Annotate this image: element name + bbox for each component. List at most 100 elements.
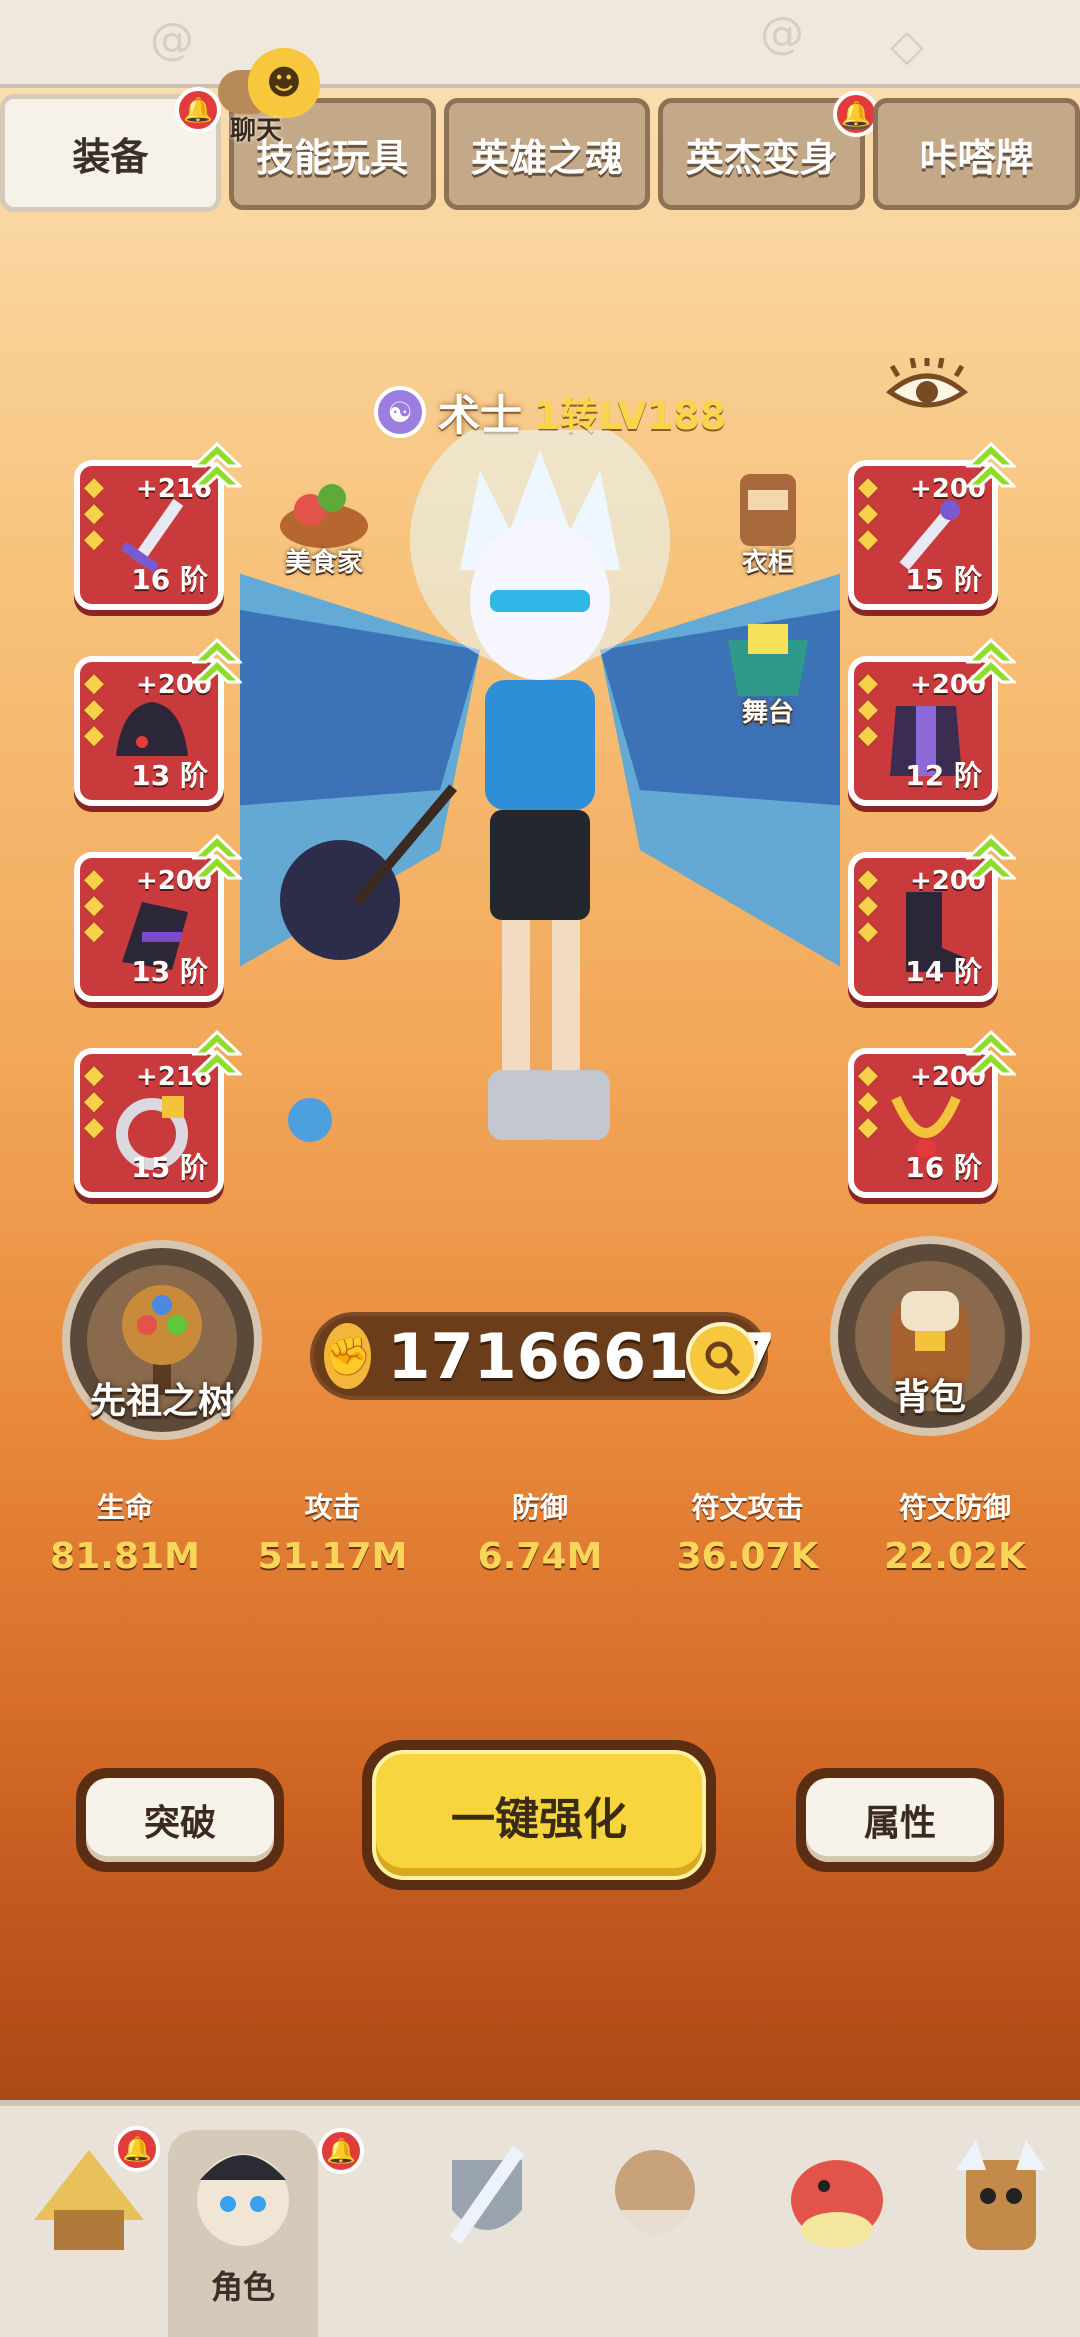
- backpack-label: 背包: [893, 1377, 966, 1418]
- nav-pet[interactable]: [762, 2130, 912, 2310]
- stage-icon: [728, 624, 808, 696]
- elder-npc-icon: [615, 2150, 695, 2235]
- nav-character[interactable]: 🔔 角色: [168, 2128, 364, 2337]
- tier-label: 14 阶: [905, 955, 982, 988]
- stat-defense: 防御 6.74M: [445, 1486, 635, 1577]
- enhance-all-label: 一键强化: [372, 1750, 706, 1880]
- star-rating: ◆ ◆ ◆: [858, 864, 878, 946]
- stat-attack: 攻击 51.17M: [238, 1486, 428, 1577]
- nav-character-label: 角色: [210, 2268, 275, 2306]
- swirl-decoration-icon: ◇: [890, 20, 924, 71]
- equipment-slot-ring[interactable]: ◆ ◆ ◆ +216 15 阶: [74, 1030, 242, 1198]
- star-rating: ◆ ◆ ◆: [858, 472, 878, 554]
- star-rating: ◆ ◆ ◆: [858, 1060, 878, 1142]
- stat-value: 36.07K: [676, 1536, 819, 1577]
- breakthrough-label: 突破: [86, 1778, 274, 1862]
- tab-hero-soul[interactable]: 英雄之魂: [443, 98, 651, 210]
- tier-label: 13 阶: [131, 955, 208, 988]
- upgrade-arrow-icon: [192, 638, 242, 684]
- food-basket-icon: [280, 484, 368, 548]
- tab-label: 英雄之魂: [470, 135, 623, 180]
- notification-bell-icon: 🔔: [318, 2128, 364, 2174]
- star-rating: ◆ ◆ ◆: [84, 472, 104, 554]
- nav-guild[interactable]: [580, 2130, 730, 2310]
- equipment-slot-helmet[interactable]: ◆ ◆ ◆ +200 13 阶: [74, 638, 242, 806]
- star-rating: ◆ ◆ ◆: [84, 668, 104, 750]
- tab-bar: 装备 🔔 技能玩具 英雄之魂 英杰变身 🔔 咔嗒牌: [0, 87, 1080, 216]
- character-portrait-icon: [197, 2154, 289, 2246]
- tab-label: 英杰变身: [685, 135, 838, 180]
- equipment-slot-weapon[interactable]: ◆ ◆ ◆ +216 16 阶: [74, 442, 242, 610]
- star-rating: ◆ ◆ ◆: [84, 1060, 104, 1142]
- equipment-slot-offhand[interactable]: ◆ ◆ ◆ +200 15 阶: [848, 442, 1016, 610]
- stat-name: 生命: [96, 1491, 153, 1524]
- upgrade-arrow-icon: [192, 834, 242, 880]
- totem-icon: [956, 2140, 1046, 2250]
- breakthrough-button[interactable]: 突破: [76, 1768, 284, 1872]
- wardrobe-label: 衣柜: [741, 548, 794, 578]
- dinosaur-pet-icon: [791, 2160, 883, 2248]
- tier-label: 15 阶: [905, 563, 982, 596]
- stat-value: 51.17M: [257, 1536, 408, 1577]
- stat-name: 符文攻击: [691, 1491, 804, 1524]
- tab-equipment[interactable]: 装备 🔔: [0, 87, 221, 212]
- star-rating: ◆ ◆ ◆: [84, 864, 104, 946]
- equipment-slot-armor[interactable]: ◆ ◆ ◆ +200 12 阶: [848, 638, 1016, 806]
- backpack-button[interactable]: 背包: [830, 1236, 1030, 1436]
- sword-shield-icon: [449, 2145, 525, 2245]
- star-rating: ◆ ◆ ◆: [858, 668, 878, 750]
- equipment-slot-gloves[interactable]: ◆ ◆ ◆ +200 13 阶: [74, 834, 242, 1002]
- tab-click-cards[interactable]: 咔嗒牌: [873, 98, 1080, 210]
- chat-label: 聊天: [230, 116, 283, 146]
- upgrade-arrow-icon: [966, 442, 1016, 488]
- stat-name: 攻击: [304, 1491, 361, 1524]
- stat-value: 81.81M: [50, 1536, 200, 1577]
- stat-value: 6.74M: [477, 1536, 603, 1577]
- tier-label: 15 阶: [131, 1151, 208, 1184]
- search-icon[interactable]: [686, 1322, 758, 1394]
- upgrade-arrow-icon: [966, 834, 1016, 880]
- combat-power-bar: ✊ 171666107: [310, 1312, 776, 1400]
- notification-bell-icon: 🔔: [114, 2126, 160, 2172]
- equipment-slot-boots[interactable]: ◆ ◆ ◆ +200 14 阶: [848, 834, 1016, 1002]
- wardrobe-icon: [740, 474, 796, 546]
- stats-row: 生命 81.81M 攻击 51.17M 防御 6.74M 符文攻击 36.07K…: [30, 1486, 1050, 1577]
- stat-name: 防御: [511, 1491, 568, 1524]
- stage-label: 舞台: [741, 698, 794, 728]
- swirl-decoration-icon: @: [760, 8, 804, 59]
- stat-name: 符文防御: [898, 1491, 1011, 1524]
- attributes-label: 属性: [806, 1778, 994, 1862]
- tier-label: 16 阶: [131, 563, 208, 596]
- stage-button[interactable]: 舞台: [718, 620, 818, 729]
- attributes-button[interactable]: 属性: [796, 1768, 1004, 1872]
- tier-label: 13 阶: [131, 759, 208, 792]
- tab-label: 装备: [72, 134, 149, 179]
- top-bar: @ @ ◇: [0, 0, 1080, 88]
- stat-value: 22.02K: [884, 1536, 1026, 1577]
- eye-icon[interactable]: [884, 358, 970, 420]
- swirl-decoration-icon: @: [150, 14, 194, 65]
- stat-rune-defense: 符文防御 22.02K: [860, 1486, 1050, 1577]
- upgrade-arrow-icon: [966, 638, 1016, 684]
- enhance-all-button[interactable]: 一键强化: [362, 1740, 716, 1890]
- nav-totem[interactable]: [926, 2130, 1076, 2310]
- wardrobe-button[interactable]: 衣柜: [718, 470, 818, 579]
- upgrade-arrow-icon: [966, 1030, 1016, 1076]
- stat-hp: 生命 81.81M: [30, 1486, 220, 1577]
- smiley-face-icon: ☻: [248, 48, 320, 118]
- tier-label: 16 阶: [905, 1151, 982, 1184]
- notification-bell-icon: 🔔: [175, 87, 221, 133]
- stat-rune-attack: 符文攻击 36.07K: [653, 1486, 843, 1577]
- nav-battle[interactable]: [412, 2130, 562, 2310]
- tab-hero-transform[interactable]: 英杰变身 🔔: [658, 91, 880, 210]
- ancestor-tree-label: 先祖之树: [89, 1381, 234, 1422]
- nav-village[interactable]: 🔔: [14, 2126, 164, 2310]
- tab-label: 咔嗒牌: [919, 135, 1034, 180]
- upgrade-arrow-icon: [192, 1030, 242, 1076]
- gourmet-button[interactable]: 美食家: [274, 470, 374, 579]
- power-fist-icon: ✊: [324, 1323, 372, 1389]
- equipment-slot-necklace[interactable]: ◆ ◆ ◆ +200 16 阶: [848, 1030, 1016, 1198]
- chat-button[interactable]: ☻ 聊天: [218, 48, 328, 146]
- ancestor-tree-button[interactable]: 先祖之树: [62, 1240, 262, 1440]
- gourmet-label: 美食家: [284, 548, 363, 578]
